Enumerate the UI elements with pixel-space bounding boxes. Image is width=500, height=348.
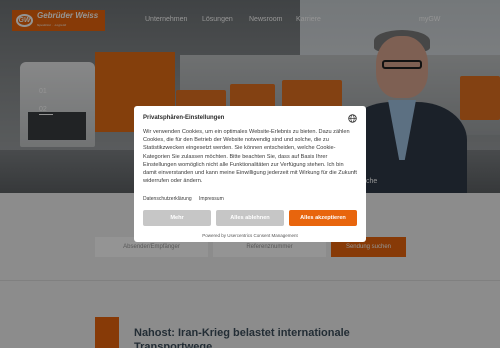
consent-links: Datenschutzerklärung Impressum <box>143 196 230 202</box>
consent-text: Wir verwenden Cookies, um ein optimales … <box>143 129 357 185</box>
cookie-consent-dialog: Privatsphären-Einstellungen Wir verwende… <box>134 106 366 242</box>
imprint-link[interactable]: Impressum <box>199 196 224 202</box>
accept-all-button[interactable]: Alles akzeptieren <box>289 210 357 226</box>
powered-by-label: Powered by Usercentrics Consent Manageme… <box>202 233 298 238</box>
more-button[interactable]: Mehr <box>143 210 211 226</box>
globe-icon[interactable] <box>348 114 357 123</box>
privacy-policy-link[interactable]: Datenschutzerklärung <box>143 196 192 202</box>
deny-all-button[interactable]: Alles ablehnen <box>216 210 284 226</box>
consent-title: Privatsphären-Einstellungen <box>143 115 225 121</box>
